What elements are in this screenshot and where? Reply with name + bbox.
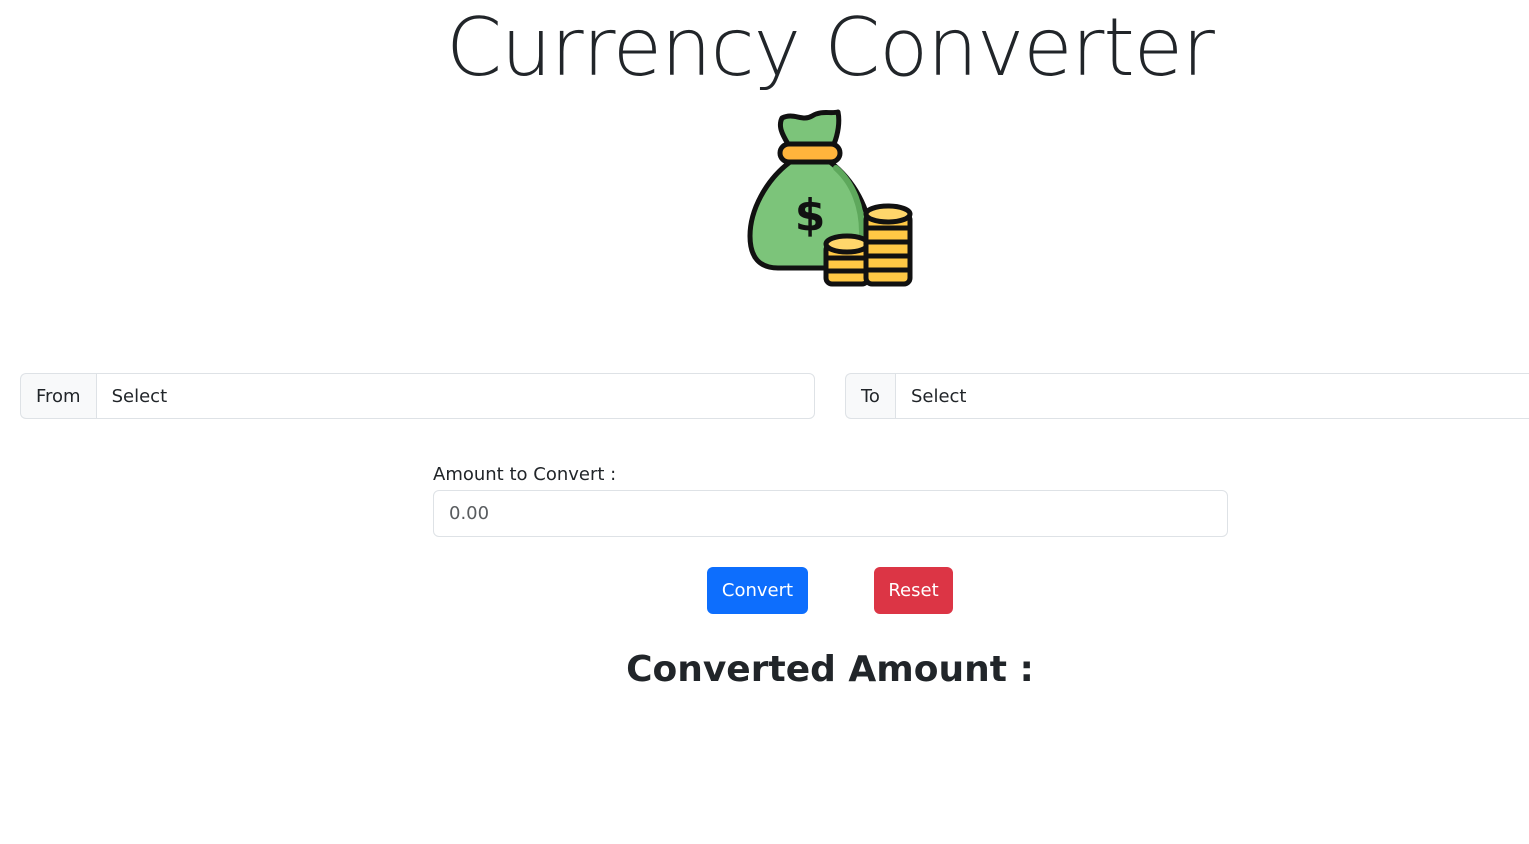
to-currency-group: To Select	[845, 373, 1529, 419]
converted-amount-heading: Converted Amount :	[626, 649, 1034, 690]
reset-button[interactable]: Reset	[874, 567, 953, 614]
page-title: Currency Converter	[446, 1, 1215, 94]
amount-label: Amount to Convert :	[433, 464, 617, 485]
from-currency-group: From Select	[20, 373, 815, 419]
to-label: To	[845, 373, 895, 419]
money-bag-icon: $	[746, 108, 914, 290]
from-label: From	[20, 373, 96, 419]
page: Currency Converter $ From Select To Sele…	[0, 0, 1529, 844]
amount-input[interactable]	[433, 490, 1228, 537]
convert-button[interactable]: Convert	[707, 567, 808, 614]
to-currency-select[interactable]: Select	[894, 373, 1529, 419]
from-currency-select[interactable]: Select	[95, 373, 815, 419]
svg-text:$: $	[795, 190, 826, 241]
